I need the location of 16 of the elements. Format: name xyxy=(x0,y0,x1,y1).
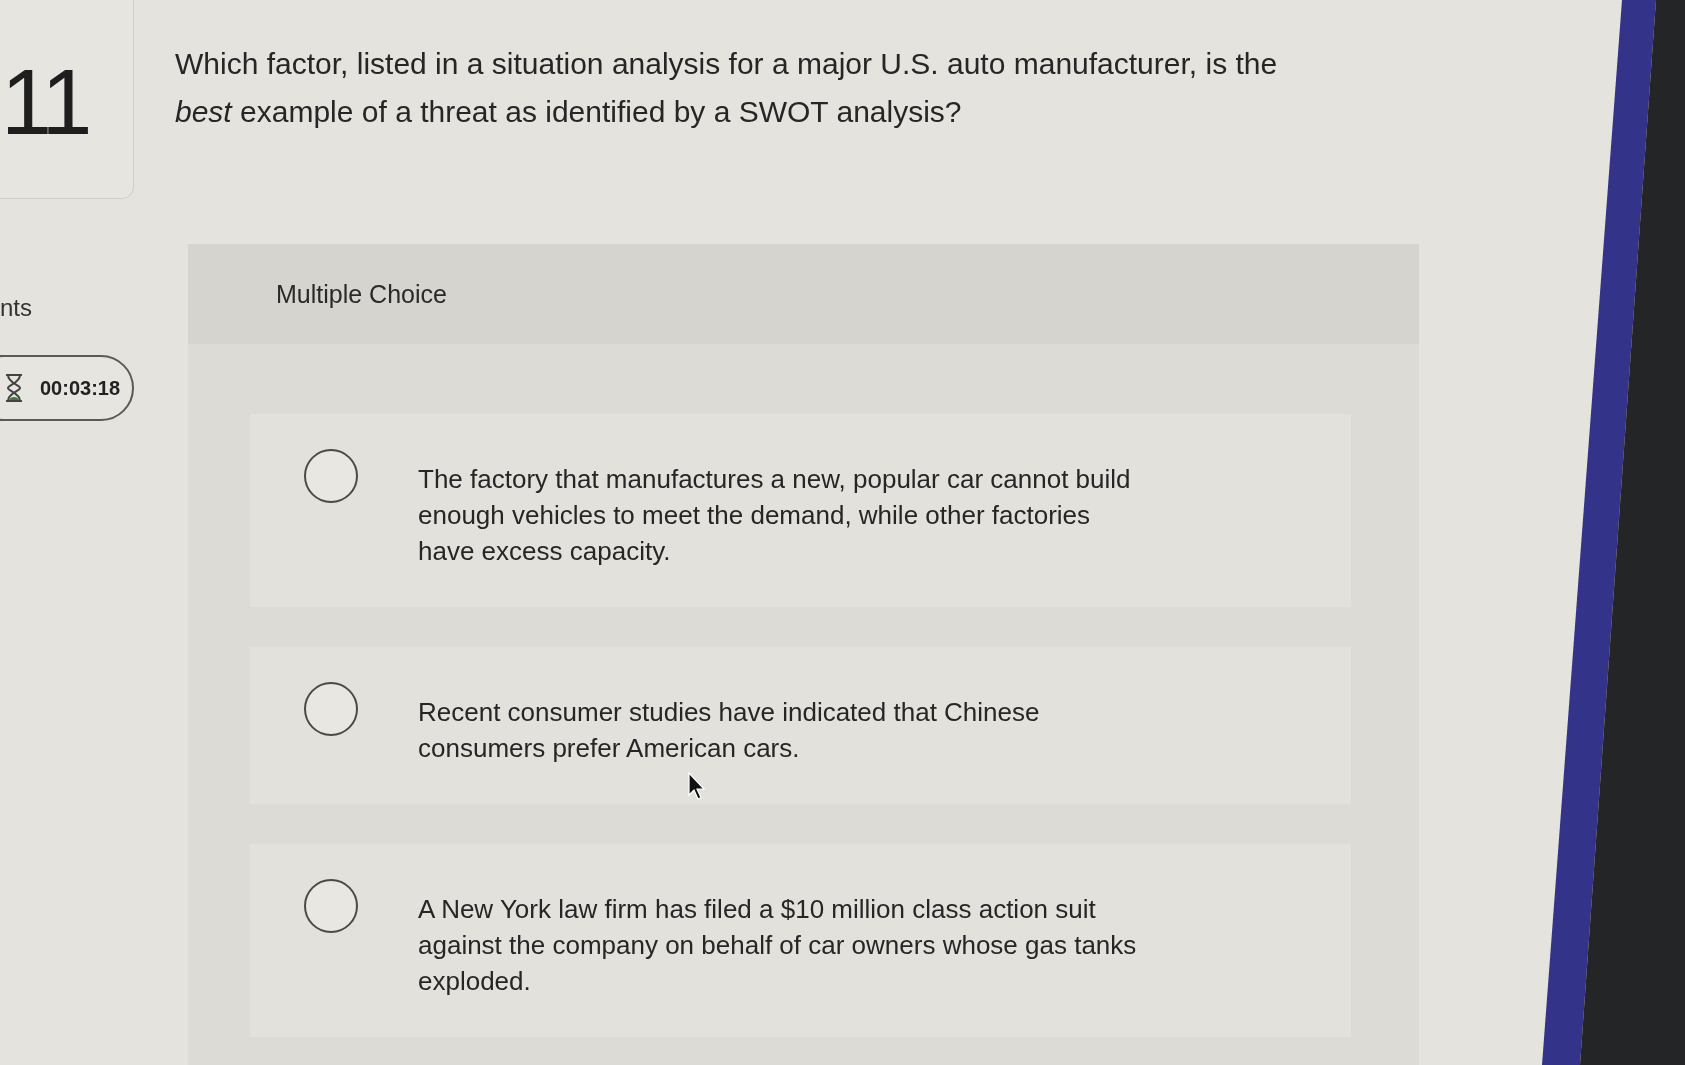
answer-option[interactable]: Recent consumer studies have indicated that Chinese consumers prefer American cars. xyxy=(250,647,1351,804)
points-label: nts xyxy=(0,294,32,322)
hourglass-icon xyxy=(4,373,24,403)
question-text: Which factor, listed in a situation analysis for a major U.S. auto manufacturer, is the best example of a threat as identified by a SWOT analysis? xyxy=(175,46,1279,130)
answer-option[interactable]: The factory that manufactures a new, popular car cannot build enough vehicles to meet the demand, while other factories have excess capacity. xyxy=(250,414,1351,607)
timer-text: 00:03:18 xyxy=(40,376,121,400)
option-text: The factory that manufactures a new, popular car cannot build enough vehicles to meet the demand, while other factories have excess capacity. xyxy=(418,463,1132,568)
radio-button[interactable] xyxy=(304,879,358,933)
question-number: 11 xyxy=(1,55,89,148)
cursor-icon xyxy=(688,772,706,800)
radio-button[interactable] xyxy=(304,449,358,503)
panel-heading: Multiple Choice xyxy=(276,279,447,309)
option-text: A New York law firm has filed a $10 million class action suit against the company on behalf of car owners whose gas tanks exploded. xyxy=(418,893,1138,998)
radio-button[interactable] xyxy=(304,682,358,736)
answer-option[interactable]: A New York law firm has filed a $10 million class action suit against the company on behalf of car owners whose gas tanks exploded. xyxy=(250,844,1351,1037)
option-text: Recent consumer studies have indicated that Chinese consumers prefer American cars. xyxy=(418,696,1041,765)
